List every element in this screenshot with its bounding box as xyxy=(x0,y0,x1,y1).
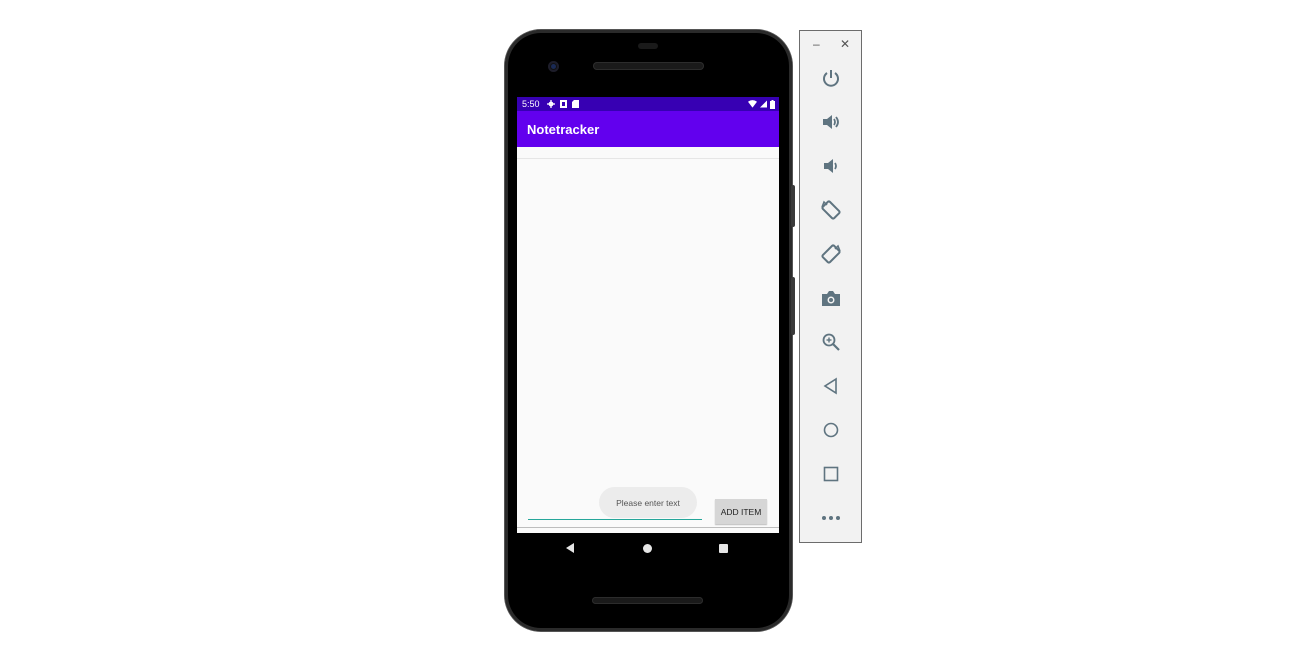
phone-sensor xyxy=(638,43,658,49)
battery-icon xyxy=(770,99,775,109)
power-button[interactable] xyxy=(818,65,844,91)
list-divider xyxy=(517,158,779,159)
more-button[interactable] xyxy=(818,505,844,531)
minimize-button[interactable]: – xyxy=(813,37,820,51)
zoom-icon xyxy=(822,333,840,351)
bottom-speaker xyxy=(592,597,703,604)
text-input-field[interactable]: Please enter text xyxy=(599,487,697,518)
phone-power-side-button xyxy=(791,185,795,227)
wifi-icon xyxy=(748,100,757,108)
nav-back-icon[interactable] xyxy=(566,543,574,553)
sd-card-icon xyxy=(572,100,579,108)
phone-screen: 5:50 Notetracker Please enter text ADD I… xyxy=(517,97,779,563)
add-item-button[interactable]: ADD ITEM xyxy=(715,499,767,524)
power-icon xyxy=(823,70,839,87)
volume-up-icon xyxy=(823,115,839,129)
volume-down-button[interactable] xyxy=(818,153,844,179)
rotate-left-button[interactable] xyxy=(818,197,844,223)
volume-down-icon xyxy=(824,159,837,173)
input-placeholder: Please enter text xyxy=(616,497,680,508)
settings-icon xyxy=(547,100,555,108)
sim-icon xyxy=(560,100,567,108)
overview-icon xyxy=(823,466,839,482)
app-title: Notetracker xyxy=(527,122,600,137)
home-button[interactable] xyxy=(818,417,844,443)
status-time: 5:50 xyxy=(522,99,540,109)
app-bar: Notetracker xyxy=(517,111,779,147)
earpiece-speaker xyxy=(593,62,704,70)
camera-icon xyxy=(822,291,840,306)
back-icon xyxy=(823,377,837,395)
rotate-right-button[interactable] xyxy=(818,241,844,267)
volume-up-button[interactable] xyxy=(818,109,844,135)
status-system-icons xyxy=(748,98,775,110)
input-underline xyxy=(528,519,702,520)
nav-home-icon[interactable] xyxy=(643,544,652,553)
status-notification-icons xyxy=(547,98,579,110)
rotate-left-icon xyxy=(821,200,841,220)
front-camera xyxy=(548,61,559,72)
close-button[interactable]: ✕ xyxy=(840,37,850,51)
back-button[interactable] xyxy=(818,373,844,399)
bottom-divider xyxy=(517,527,779,528)
screenshot-button[interactable] xyxy=(818,285,844,311)
status-bar: 5:50 xyxy=(517,97,779,111)
more-icon xyxy=(822,516,840,520)
toolbar-window-controls: – ✕ xyxy=(800,37,863,53)
signal-icon xyxy=(760,100,767,108)
phone-volume-side-button xyxy=(791,277,795,335)
nav-recents-icon[interactable] xyxy=(719,544,728,553)
system-nav-bar xyxy=(517,533,779,563)
emulator-toolbar: – ✕ xyxy=(799,30,862,543)
zoom-button[interactable] xyxy=(818,329,844,355)
home-icon xyxy=(823,422,839,438)
rotate-right-icon xyxy=(821,244,841,264)
overview-button[interactable] xyxy=(818,461,844,487)
